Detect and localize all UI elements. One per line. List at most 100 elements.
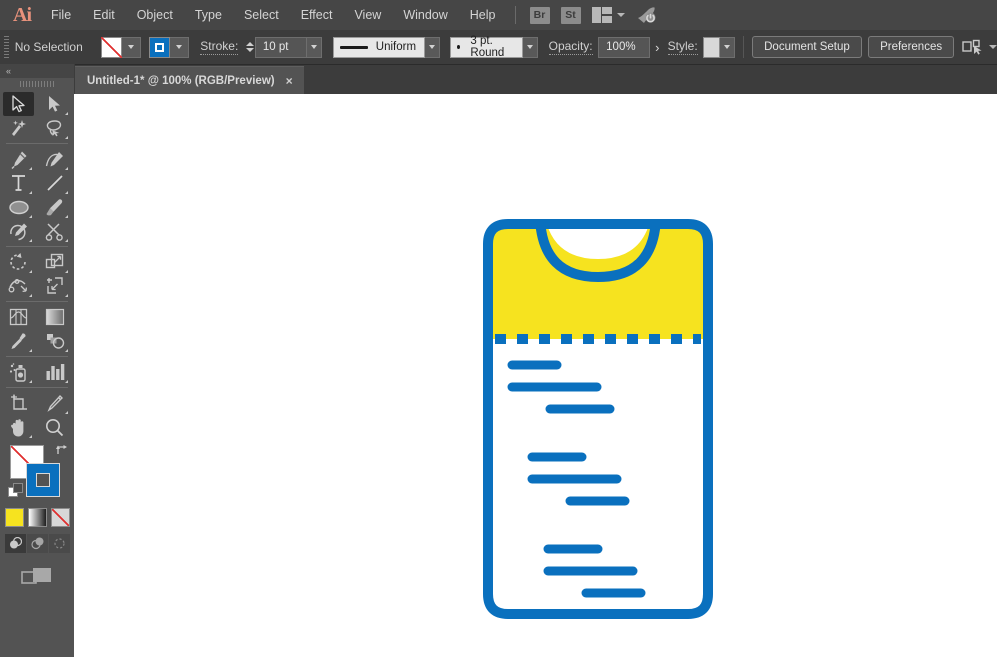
fill-dropdown-button[interactable] (122, 37, 141, 58)
artboard-tool[interactable] (3, 391, 34, 415)
opacity-input[interactable]: 100% (598, 37, 650, 58)
tool-group-indicator (29, 435, 32, 438)
menu-effect[interactable]: Effect (290, 0, 344, 30)
opacity-label[interactable]: Opacity: (549, 39, 593, 55)
control-bar-divider (743, 36, 744, 58)
graphic-style-dropdown-button[interactable] (720, 37, 735, 58)
chevron-down-icon (128, 45, 134, 49)
stroke-dropdown-button[interactable] (170, 37, 189, 58)
eyedropper-tool[interactable] (3, 329, 34, 353)
uniform-profile-icon (340, 46, 368, 49)
curvature-tool[interactable] (39, 147, 70, 171)
fill-mode-buttons (0, 508, 74, 527)
menu-window[interactable]: Window (392, 0, 458, 30)
stroke-weight-dropdown-button[interactable] (307, 37, 322, 58)
default-fill-stroke-icon[interactable] (8, 483, 24, 504)
lasso-tool[interactable] (39, 116, 70, 140)
document-setup-button[interactable]: Document Setup (752, 36, 862, 58)
stock-icon[interactable]: St (561, 7, 581, 24)
tool-divider (6, 387, 68, 388)
collapse-panel-icon[interactable]: « (6, 67, 10, 76)
arrange-documents-icon[interactable] (592, 7, 626, 23)
gradient-tool[interactable] (39, 305, 70, 329)
brush-definition-select[interactable]: 3 pt. Round (450, 37, 523, 58)
hand-tool[interactable] (3, 415, 34, 439)
stroke-control (149, 37, 189, 58)
opacity-expand-icon[interactable]: › (650, 40, 664, 55)
zoom-tool[interactable] (39, 415, 70, 439)
draw-behind-button[interactable] (27, 534, 48, 553)
color-mode-button[interactable] (5, 508, 24, 527)
stroke-weight-label[interactable]: Stroke: (200, 39, 238, 55)
magic-wand-tool[interactable] (3, 116, 34, 140)
chevron-down-icon (311, 45, 317, 49)
stroke-swatch-large[interactable] (26, 463, 60, 497)
menubar-divider (515, 6, 516, 24)
free-transform-tool[interactable] (39, 274, 70, 298)
direct-selection-tool[interactable] (39, 92, 70, 116)
document-tab-bar: Untitled-1* @ 100% (RGB/Preview) × (74, 65, 997, 94)
tools-panel-grip[interactable] (0, 78, 74, 90)
draw-inside-button[interactable] (49, 534, 70, 553)
chevron-down-icon (724, 45, 730, 49)
selection-tool[interactable] (3, 92, 34, 116)
stroke-color-swatch[interactable] (149, 37, 170, 58)
line-segment-tool[interactable] (39, 171, 70, 195)
select-similar-objects-icon[interactable] (962, 39, 997, 55)
menubar-right-group: Br St (530, 6, 657, 24)
menu-edit[interactable]: Edit (82, 0, 126, 30)
blend-tool[interactable] (39, 329, 70, 353)
pen-tool[interactable] (3, 147, 34, 171)
receipt-illustration[interactable] (483, 219, 713, 624)
document-tab[interactable]: Untitled-1* @ 100% (RGB/Preview) × (74, 66, 304, 94)
width-tool[interactable] (3, 274, 34, 298)
type-tool[interactable] (3, 171, 34, 195)
control-bar-grip[interactable] (4, 36, 9, 58)
tool-group-indicator (65, 167, 68, 170)
draw-normal-button[interactable] (5, 534, 26, 553)
graphic-style-swatch[interactable] (703, 37, 720, 58)
menu-object[interactable]: Object (126, 0, 184, 30)
column-graph-tool[interactable] (39, 360, 70, 384)
illustrator-window: Ai File Edit Object Type Select Effect V… (0, 0, 997, 657)
shaper-tool[interactable] (3, 219, 34, 243)
slice-tool[interactable] (39, 391, 70, 415)
menu-file[interactable]: File (40, 0, 82, 30)
rotate-tool[interactable] (3, 250, 34, 274)
stroke-profile-dropdown-button[interactable] (425, 37, 440, 58)
stroke-weight-input[interactable]: 10 pt (255, 37, 307, 58)
style-label[interactable]: Style: (668, 39, 698, 55)
menu-type[interactable]: Type (184, 0, 233, 30)
menu-bar: Ai File Edit Object Type Select Effect V… (0, 0, 997, 30)
tool-group-indicator (65, 239, 68, 242)
bridge-icon[interactable]: Br (530, 7, 550, 24)
paintbrush-tool[interactable] (39, 195, 70, 219)
change-screen-mode-icon[interactable] (0, 566, 74, 590)
none-mode-button[interactable] (51, 508, 70, 527)
close-icon[interactable]: × (286, 75, 293, 87)
symbol-sprayer-tool[interactable] (3, 360, 34, 384)
tools-panel: « (0, 64, 75, 657)
stepper-up-icon (246, 42, 254, 46)
chevron-down-icon (989, 45, 997, 49)
gradient-mode-button[interactable] (28, 508, 47, 527)
scale-tool[interactable] (39, 250, 70, 274)
menu-view[interactable]: View (343, 0, 392, 30)
menu-select[interactable]: Select (233, 0, 290, 30)
rocket-icon[interactable] (636, 6, 656, 24)
stroke-weight-stepper[interactable] (245, 37, 255, 58)
shape-builder-tool[interactable] (3, 305, 34, 329)
menu-help[interactable]: Help (459, 0, 507, 30)
tool-group-indicator (29, 215, 32, 218)
stroke-profile-select[interactable]: Uniform (333, 37, 425, 58)
brush-definition-dropdown-button[interactable] (523, 37, 538, 58)
swap-fill-stroke-icon[interactable] (55, 443, 69, 461)
fill-color-swatch[interactable] (101, 37, 122, 58)
ellipse-tool[interactable] (3, 195, 34, 219)
chevron-down-icon (617, 13, 625, 17)
scissors-tool[interactable] (39, 219, 70, 243)
tool-group-indicator (65, 215, 68, 218)
drawing-modes (0, 534, 74, 553)
preferences-button[interactable]: Preferences (868, 36, 954, 58)
artboard-canvas[interactable] (74, 94, 997, 657)
